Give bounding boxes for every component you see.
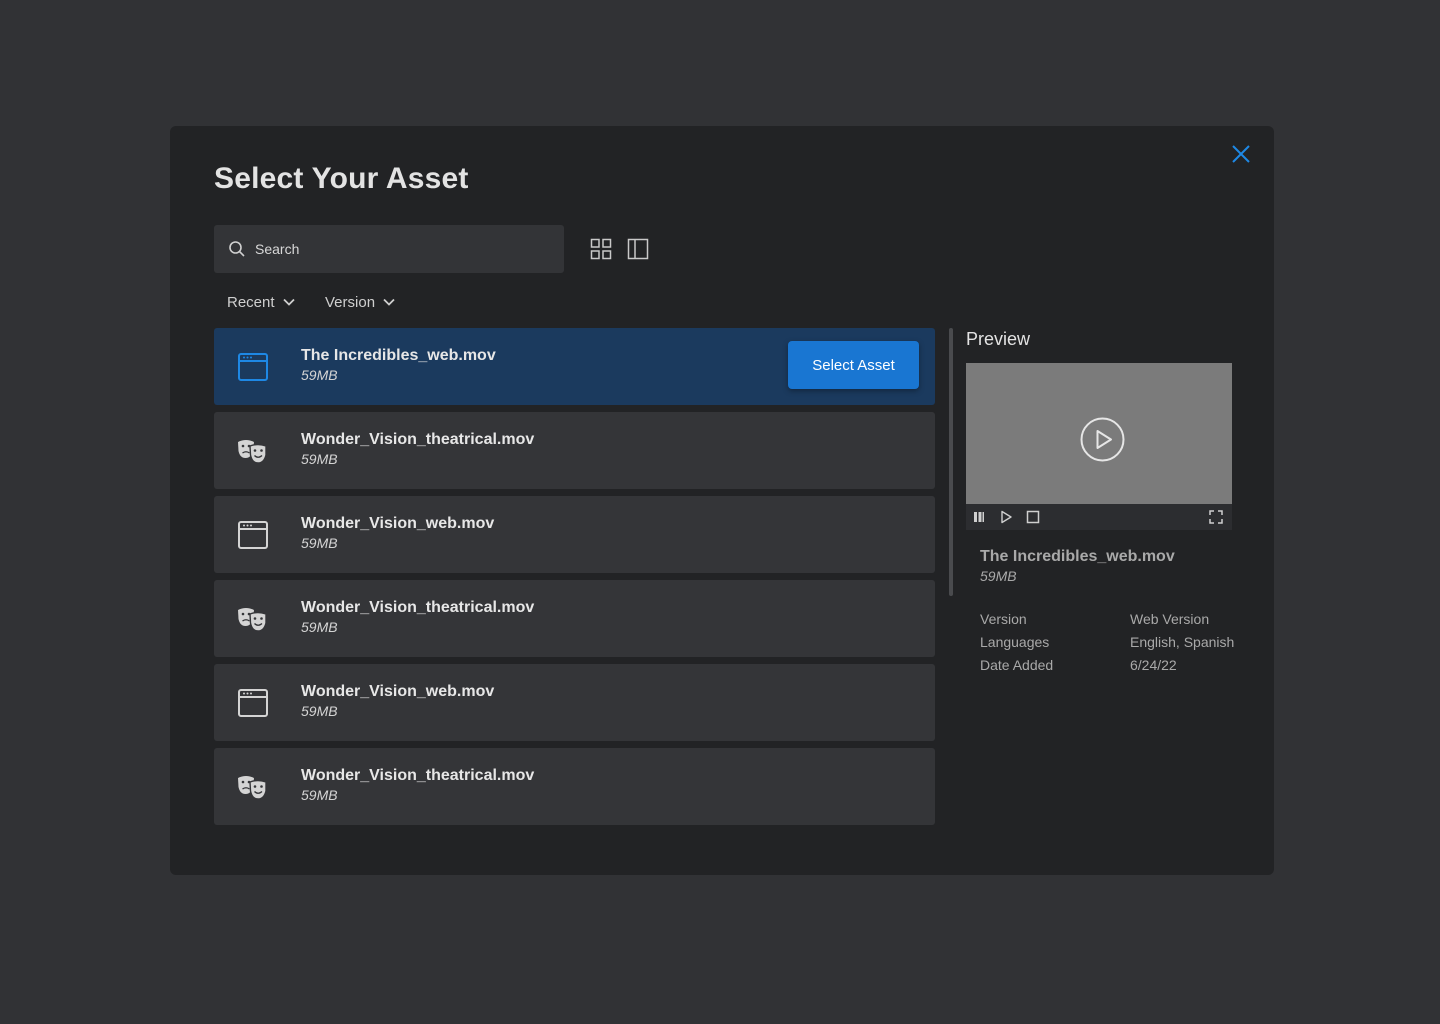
asset-name: The Incredibles_web.mov	[301, 347, 496, 364]
browser-window-icon	[238, 521, 268, 549]
recent-filter-dropdown[interactable]: Recent	[227, 292, 297, 312]
pause-icon[interactable]	[972, 510, 986, 524]
fullscreen-icon[interactable]	[1209, 510, 1223, 524]
version-filter-dropdown[interactable]: Version	[325, 292, 397, 312]
asset-list: The Incredibles_web.mov 59MB Select Asse…	[214, 328, 935, 832]
chevron-down-icon	[383, 298, 395, 306]
grid-view-icon[interactable]	[590, 238, 612, 260]
theater-masks-icon	[238, 440, 267, 464]
asset-size: 59MB	[301, 367, 338, 383]
video-frame[interactable]	[966, 363, 1232, 504]
asset-row[interactable]: Wonder_Vision_theatrical.mov 59MB	[214, 580, 935, 657]
close-icon[interactable]	[1228, 141, 1254, 167]
split-view-icon[interactable]	[627, 238, 649, 260]
asset-row[interactable]: Wonder_Vision_theatrical.mov 59MB	[214, 748, 935, 825]
version-filter-label: Version	[325, 293, 376, 311]
preview-file-size: 59MB	[980, 568, 1017, 584]
asset-row[interactable]: Wonder_Vision_web.mov 59MB	[214, 496, 935, 573]
select-asset-modal: Select Your Asset Recent Version	[170, 126, 1274, 875]
search-input[interactable]	[255, 225, 564, 273]
recent-filter-label: Recent	[227, 293, 275, 311]
play-icon[interactable]	[999, 510, 1013, 524]
meta-value: 6/24/22	[1130, 657, 1177, 673]
asset-size: 59MB	[301, 787, 338, 803]
asset-name: Wonder_Vision_web.mov	[301, 515, 495, 532]
asset-row[interactable]: The Incredibles_web.mov 59MB Select Asse…	[214, 328, 935, 405]
modal-title: Select Your Asset	[214, 162, 469, 195]
search-box[interactable]	[214, 225, 564, 273]
asset-name: Wonder_Vision_theatrical.mov	[301, 431, 535, 448]
preview-metadata: Version Web Version Languages English, S…	[980, 608, 1234, 677]
meta-key: Date Added	[980, 657, 1054, 673]
video-player	[966, 363, 1232, 530]
browser-window-icon	[238, 689, 268, 717]
chevron-down-icon	[282, 298, 295, 306]
browser-window-icon	[238, 353, 268, 381]
asset-row[interactable]: Wonder_Vision_theatrical.mov 59MB	[214, 412, 935, 489]
asset-name: Wonder_Vision_theatrical.mov	[301, 599, 535, 616]
asset-name: Wonder_Vision_theatrical.mov	[301, 767, 535, 784]
play-circle-icon[interactable]	[1080, 417, 1125, 462]
meta-row-version: Version Web Version	[980, 608, 1234, 631]
asset-size: 59MB	[301, 535, 338, 551]
meta-value: English, Spanish	[1130, 634, 1235, 650]
meta-row-languages: Languages English, Spanish	[980, 631, 1234, 654]
select-asset-button[interactable]: Select Asset	[788, 341, 919, 389]
meta-key: Languages	[980, 634, 1050, 650]
search-icon	[229, 241, 245, 257]
meta-key: Version	[980, 611, 1027, 627]
theater-masks-icon	[238, 608, 267, 632]
meta-value: Web Version	[1130, 611, 1210, 627]
asset-size: 59MB	[301, 619, 338, 635]
asset-size: 59MB	[301, 451, 338, 467]
preview-file-name: The Incredibles_web.mov	[980, 548, 1175, 565]
asset-name: Wonder_Vision_web.mov	[301, 683, 495, 700]
video-controls	[966, 504, 1232, 530]
preview-title: Preview	[966, 329, 1031, 349]
asset-size: 59MB	[301, 703, 338, 719]
stop-icon[interactable]	[1026, 510, 1040, 524]
meta-row-date-added: Date Added 6/24/22	[980, 654, 1234, 677]
asset-row[interactable]: Wonder_Vision_web.mov 59MB	[214, 664, 935, 741]
asset-list-scrollbar[interactable]	[949, 328, 953, 596]
theater-masks-icon	[238, 776, 267, 800]
